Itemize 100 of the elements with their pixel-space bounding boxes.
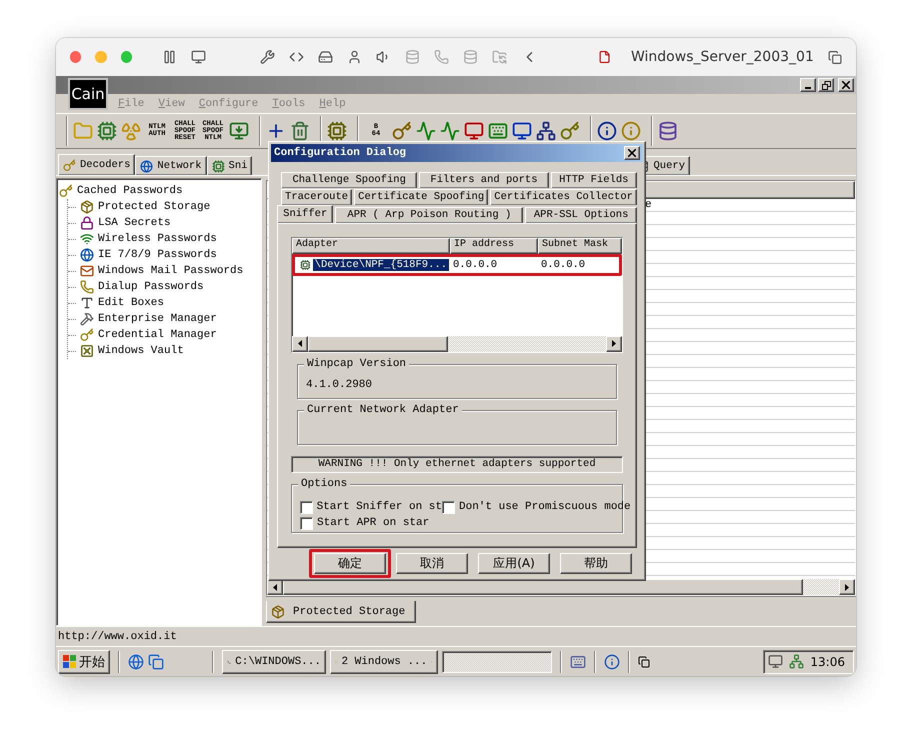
- info-icon: [597, 121, 617, 141]
- tree-item[interactable]: Protected Storage: [98, 201, 210, 213]
- screen-icon[interactable]: [190, 49, 206, 65]
- close-button[interactable]: [838, 78, 854, 92]
- tree-item[interactable]: Wireless Passwords: [98, 233, 217, 245]
- taskbar-button[interactable]: C:\WINDOWS...: [222, 650, 326, 674]
- phone-icon: [80, 280, 94, 294]
- keyboard-icon[interactable]: [570, 654, 586, 670]
- toolbar-button[interactable]: [488, 121, 508, 141]
- minimize-button[interactable]: [800, 78, 816, 92]
- tab[interactable]: Certificates Collector: [490, 188, 637, 205]
- tree-item[interactable]: Cached Passwords: [77, 185, 183, 197]
- tree-item[interactable]: Windows Vault: [98, 345, 184, 357]
- tab[interactable]: Decoders: [58, 154, 136, 175]
- start-button[interactable]: 开始: [58, 650, 110, 674]
- dialog-button[interactable]: 确定: [314, 553, 386, 574]
- toolbar-button[interactable]: [512, 121, 532, 141]
- wrench-icon[interactable]: [260, 49, 275, 65]
- tree-item[interactable]: LSA Secrets: [98, 217, 171, 229]
- toolbar-button[interactable]: [229, 121, 249, 141]
- toolbar-button[interactable]: [658, 121, 678, 141]
- radiation-icon: [121, 121, 141, 141]
- copy-icon[interactable]: [828, 50, 842, 64]
- app-logo: Cain: [68, 78, 108, 110]
- checkbox[interactable]: Start Sniffer on st: [300, 500, 442, 514]
- column-header[interactable]: IP address: [450, 238, 538, 254]
- window-icon[interactable]: [638, 656, 650, 668]
- toolbar-button[interactable]: [416, 121, 436, 141]
- user-icon[interactable]: [346, 49, 362, 65]
- checkbox[interactable]: Don't use Promiscuous mode: [442, 500, 631, 514]
- taskbar-button[interactable]: 2 Windows ...: [330, 650, 438, 674]
- close-button[interactable]: [624, 146, 640, 160]
- tab[interactable]: Certificate Spoofing: [354, 188, 488, 205]
- tree-item[interactable]: IE 7/8/9 Passwords: [98, 249, 217, 261]
- scrollbar[interactable]: [267, 579, 855, 595]
- dialog-button[interactable]: 应用(A): [478, 553, 550, 574]
- tab[interactable]: Protected Storage: [266, 601, 416, 623]
- tab[interactable]: APR-SSL Options: [525, 206, 637, 223]
- restore-icon: [822, 80, 830, 90]
- tree-item[interactable]: Windows Mail Passwords: [98, 265, 244, 277]
- screen-icon: [512, 121, 532, 141]
- tab[interactable]: APR ( Arp Poison Routing ): [335, 206, 524, 223]
- toolbar-button[interactable]: [290, 121, 310, 141]
- network-icon: [536, 121, 556, 141]
- meter-icon: [440, 121, 460, 141]
- toolbar-button[interactable]: [440, 121, 460, 141]
- toolbar-button[interactable]: [464, 121, 484, 141]
- toolbar-button[interactable]: [536, 121, 556, 141]
- dialog-button[interactable]: 帮助: [560, 553, 632, 574]
- restore-button[interactable]: [818, 78, 834, 92]
- wifi-icon: [80, 232, 94, 246]
- chip-icon: [327, 121, 347, 141]
- checkbox[interactable]: Start APR on star: [300, 516, 442, 530]
- tree-item[interactable]: Edit Boxes: [98, 297, 164, 309]
- browser-icon[interactable]: [128, 654, 144, 670]
- clock: 13:06: [810, 654, 845, 668]
- bar-icon: [658, 121, 678, 141]
- monitor-icon: [229, 121, 249, 141]
- address-field[interactable]: [442, 650, 552, 672]
- tree-item[interactable]: Credential Manager: [98, 329, 217, 341]
- trash-icon: [290, 121, 310, 141]
- toolbar-button[interactable]: [97, 121, 117, 141]
- tree-item[interactable]: Enterprise Manager: [98, 313, 217, 325]
- box-icon: [271, 604, 285, 618]
- list-cell-text: e: [645, 199, 653, 212]
- tab[interactable]: Network: [135, 156, 207, 175]
- pause-icon[interactable]: [162, 49, 177, 65]
- vm-icon: [768, 654, 784, 669]
- lock-icon: [80, 216, 94, 230]
- toolbar-button[interactable]: [327, 121, 347, 141]
- globe-icon: [140, 160, 154, 172]
- drive-icon[interactable]: [318, 49, 333, 65]
- column-header[interactable]: Adapter: [292, 238, 450, 254]
- warning-text: WARNING !!! Only ethernet adapters supported: [291, 456, 623, 473]
- key-icon: [59, 184, 73, 198]
- window-title: Windows_Server_2003_01: [631, 49, 814, 65]
- tab[interactable]: Challenge Spoofing: [281, 172, 418, 188]
- safe-icon: [80, 344, 94, 358]
- table-cell: 0.0.0.0: [541, 258, 586, 271]
- table-cell: \Device\NPF_{518F9...: [312, 258, 449, 271]
- key-icon: [63, 158, 76, 172]
- toolbar-button[interactable]: [560, 121, 580, 141]
- column-header[interactable]: Subnet Mask: [538, 238, 622, 254]
- tree-item[interactable]: Dialup Passwords: [98, 281, 204, 293]
- text-box-icon: [80, 296, 94, 310]
- toolbar-button[interactable]: [597, 121, 617, 141]
- box-icon: [80, 200, 94, 214]
- tab[interactable]: HTTP Fields: [550, 172, 637, 188]
- tab[interactable]: Sni: [206, 156, 252, 175]
- scrollbar[interactable]: [292, 336, 622, 352]
- toolbar-button[interactable]: [392, 121, 412, 141]
- globe-icon: [80, 248, 94, 262]
- dialog-button[interactable]: 取消: [396, 553, 468, 574]
- left-arrow-icon: [298, 340, 302, 348]
- tab[interactable]: Sniffer: [277, 204, 334, 223]
- right-arrow-icon: [845, 584, 849, 590]
- tab[interactable]: Filters and ports: [419, 172, 549, 188]
- tab[interactable]: Traceroute: [281, 188, 352, 205]
- dialog-title: Configuration Dialog: [274, 146, 406, 159]
- table-row[interactable]: \Device\NPF_{518F9... 0.0.0.0 0.0.0.0: [296, 258, 618, 272]
